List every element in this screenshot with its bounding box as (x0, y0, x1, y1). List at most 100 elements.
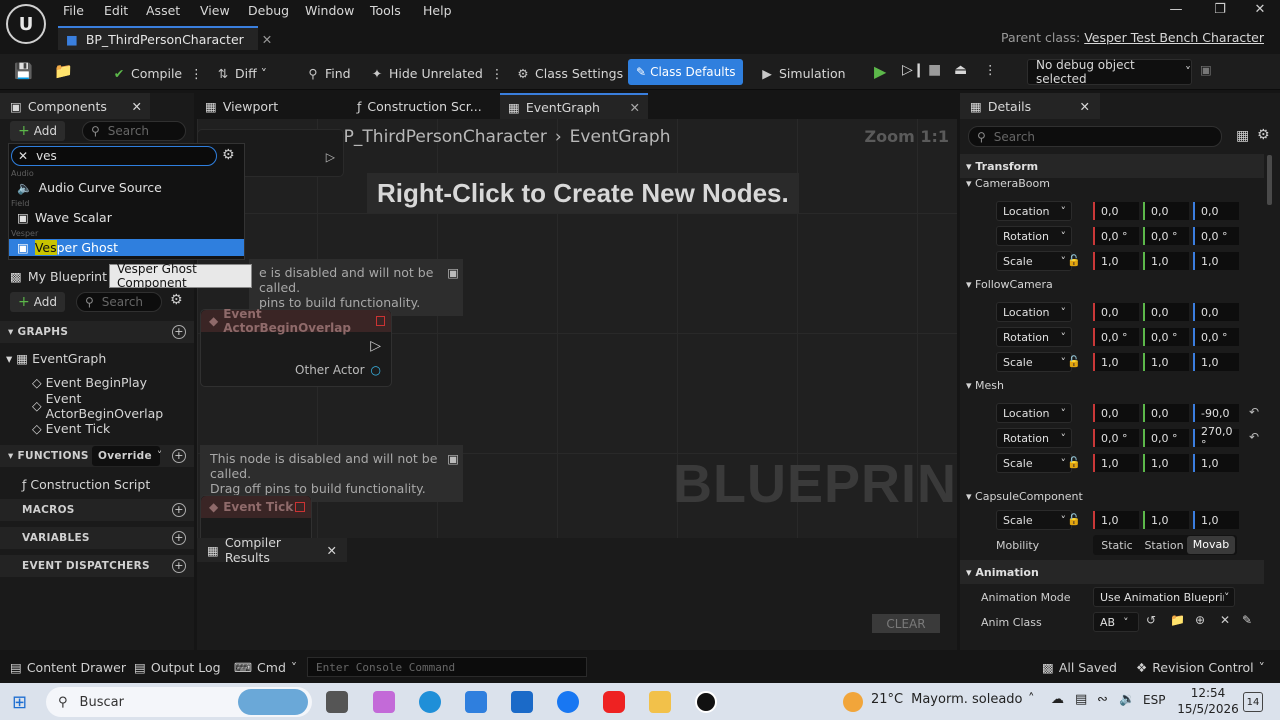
tab-components[interactable]: ▣ Components ✕ (0, 93, 150, 119)
hide-unrelated-button[interactable]: ✦ Hide Unrelated ⋮ (368, 62, 504, 84)
dropdown-item-wave-scalar[interactable]: ▣ Wave Scalar (9, 209, 244, 226)
breadcrumb-root[interactable]: BP_ThirdPersonCharacter (332, 127, 547, 147)
components-search-input[interactable]: ⚲ Search (82, 121, 186, 141)
tab-compiler-results[interactable]: ▦ Compiler Results ✕ (197, 535, 347, 565)
scale-y-field[interactable]: 1,0 (1143, 252, 1189, 270)
edit-icon[interactable]: ✎ (1242, 613, 1252, 627)
scale-x-field[interactable]: 1,0 (1093, 353, 1139, 371)
diff-button[interactable]: ⇅ Diff ˅ (214, 62, 267, 84)
tree-item-event-actorbeginoverlap[interactable]: ◇ Event ActorBeginOverlap (32, 391, 194, 421)
menu-tools[interactable]: Tools (370, 3, 401, 19)
mobility-movable-option[interactable]: Movab (1187, 536, 1235, 554)
location-x-field[interactable]: 0,0 (1093, 303, 1139, 321)
tree-item-event-tick[interactable]: ◇ Event Tick (32, 417, 110, 440)
scale-mode-select[interactable]: Scale ˅ (996, 251, 1072, 271)
mobility-stationary-option[interactable]: Station (1141, 539, 1187, 552)
section-functions[interactable]: ▾ FUNCTIONS(3 Override˅ + (0, 445, 194, 467)
location-mode-select[interactable]: Location ˅ (996, 403, 1072, 423)
location-x-field[interactable]: 0,0 (1093, 202, 1139, 220)
component-header[interactable]: ▾ Mesh (966, 379, 1004, 392)
menu-window[interactable]: Window (305, 3, 354, 19)
location-z-field[interactable]: -90,0 (1193, 404, 1239, 422)
outlook-icon[interactable] (511, 691, 533, 713)
tree-item-eventgraph[interactable]: ▾ ▦ EventGraph (6, 347, 106, 370)
taskbar-search[interactable]: ⚲ Buscar (46, 687, 312, 717)
reset-icon[interactable]: ↶ (1249, 405, 1259, 419)
rotation-mode-select[interactable]: Rotation ˅ (996, 226, 1072, 246)
object-pin-icon[interactable]: ○ (371, 363, 381, 377)
scale-x-field[interactable]: 1,0 (1093, 511, 1139, 529)
clear-icon[interactable]: ✕ (18, 149, 28, 163)
revision-control-button[interactable]: ❖ Revision Control ˅ (1136, 660, 1265, 675)
debug-object-select[interactable]: No debug object selected ˅ (1027, 58, 1192, 86)
location-y-field[interactable]: 0,0 (1143, 202, 1189, 220)
section-transform[interactable]: ▾ Transform (960, 154, 1264, 178)
simulation-button[interactable]: ▶ Simulation (758, 62, 845, 84)
lock-icon[interactable]: 🔓 (1067, 254, 1081, 267)
delegate-pin-icon[interactable] (375, 316, 385, 326)
anim-class-select[interactable]: AB ˅ (1093, 612, 1139, 632)
location-mode-select[interactable]: Location ˅ (996, 201, 1072, 221)
edge-icon[interactable] (419, 691, 441, 713)
section-variables[interactable]: VARIABLES + (0, 527, 194, 549)
component-header[interactable]: ▾ CapsuleComponent (966, 490, 1083, 503)
lock-icon[interactable]: 🔓 (1067, 355, 1081, 368)
close-icon[interactable]: ✕ (1080, 99, 1090, 114)
gear-icon[interactable]: ⚙ (1257, 127, 1270, 143)
find-button[interactable]: ⚲ Find (304, 62, 350, 84)
store-icon[interactable] (465, 691, 487, 713)
menu-asset[interactable]: Asset (146, 3, 180, 19)
scale-y-field[interactable]: 1,0 (1143, 454, 1189, 472)
component-header[interactable]: ▾ CameraBoom (966, 177, 1050, 190)
notification-badge[interactable]: 14 (1243, 692, 1263, 712)
dropdown-item-audio-curve-source[interactable]: 🔈 Audio Curve Source (9, 179, 244, 196)
stop-icon[interactable]: ■ (928, 62, 941, 84)
section-macros[interactable]: MACROS + (0, 499, 194, 521)
menu-file[interactable]: File (63, 3, 84, 19)
rotation-x-field[interactable]: 0,0 ° (1093, 429, 1139, 447)
onedrive-icon[interactable]: ☁ (1051, 692, 1064, 707)
component-header[interactable]: ▾ FollowCamera (966, 278, 1053, 291)
add-icon[interactable]: ⊕ (1195, 613, 1205, 627)
gear-icon[interactable]: ⚙ (170, 292, 183, 308)
gear-icon[interactable]: ⚙ (222, 147, 235, 163)
document-tab[interactable]: ■ BP_ThirdPersonCharacter ✕ (58, 26, 272, 50)
exec-pin-icon[interactable]: ▷ (326, 150, 335, 164)
tray-chevron-icon[interactable]: ˄ (1028, 692, 1035, 707)
output-log-button[interactable]: ▤ Output Log (134, 660, 221, 675)
class-settings-button[interactable]: ⚙ Class Settings (514, 62, 623, 84)
location-y-field[interactable]: 0,0 (1143, 303, 1189, 321)
rotation-y-field[interactable]: 0,0 ° (1143, 429, 1189, 447)
node-event-tick[interactable]: ◆ Event Tick (200, 495, 312, 538)
rotation-y-field[interactable]: 0,0 ° (1143, 227, 1189, 245)
parent-class-link[interactable]: Vesper Test Bench Character (1084, 30, 1264, 45)
youtube-icon[interactable] (603, 691, 625, 713)
scale-z-field[interactable]: 1,0 (1193, 252, 1239, 270)
tab-viewport[interactable]: ▦ Viewport (197, 93, 345, 119)
rotation-z-field[interactable]: 0,0 ° (1193, 227, 1239, 245)
add-dispatcher-icon[interactable]: + (172, 559, 186, 573)
rotation-mode-select[interactable]: Rotation ˅ (996, 327, 1072, 347)
scale-z-field[interactable]: 1,0 (1193, 511, 1239, 529)
rotation-x-field[interactable]: 0,0 ° (1093, 328, 1139, 346)
rotation-mode-select[interactable]: Rotation ˅ (996, 428, 1072, 448)
scale-mode-select[interactable]: Scale ˅ (996, 510, 1072, 530)
close-icon[interactable]: ✕ (132, 99, 142, 114)
anim-mode-select[interactable]: Use Animation Blueprint ˅ (1093, 587, 1235, 607)
location-y-field[interactable]: 0,0 (1143, 404, 1189, 422)
more-icon[interactable]: ⋮ (984, 62, 997, 84)
menu-edit[interactable]: Edit (104, 3, 128, 19)
close-icon[interactable]: ✕ (630, 100, 640, 115)
scale-mode-select[interactable]: Scale ˅ (996, 453, 1072, 473)
menu-help[interactable]: Help (423, 3, 452, 19)
scrollbar[interactable] (1267, 155, 1272, 205)
dropdown-item-vesper-ghost[interactable]: ▣ Ves per Ghost (9, 239, 244, 256)
task-view-icon[interactable] (326, 691, 348, 713)
save-icon[interactable]: 💾 (14, 62, 33, 84)
cmd-dropdown[interactable]: ⌨ Cmd ˅ (234, 660, 297, 675)
clear-button[interactable]: CLEAR (872, 614, 940, 633)
location-x-field[interactable]: 0,0 (1093, 404, 1139, 422)
location-z-field[interactable]: 0,0 (1193, 202, 1239, 220)
browse-icon[interactable]: 📁 (1170, 613, 1185, 627)
restore-icon[interactable]: ❐ (1208, 2, 1232, 20)
